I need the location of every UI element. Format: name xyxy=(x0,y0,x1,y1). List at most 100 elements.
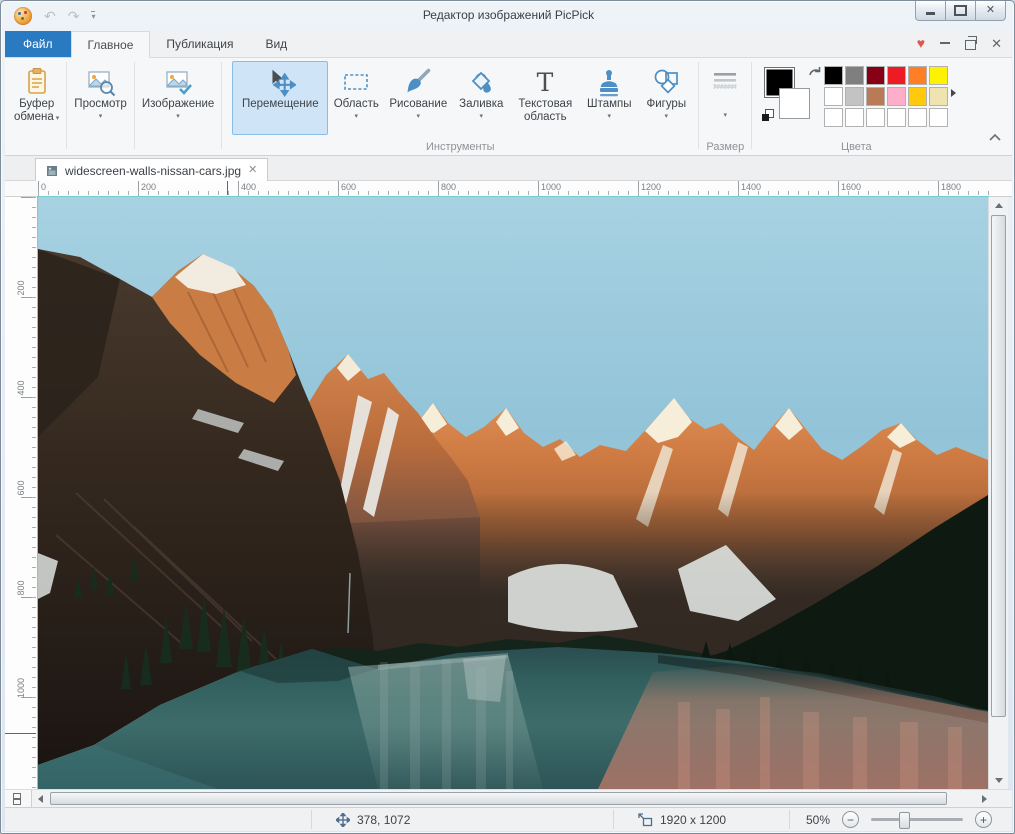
minimize-button[interactable] xyxy=(915,1,946,21)
dropdown-caret-icon: ▾ xyxy=(56,115,60,122)
close-icon: ✕ xyxy=(986,5,995,16)
image-button[interactable]: Изображение ▾ xyxy=(139,61,217,135)
draw-tool-button[interactable]: Рисование ▾ xyxy=(384,61,452,135)
app-minimize-icon[interactable] xyxy=(940,42,950,44)
horizontal-scrollbar[interactable] xyxy=(48,790,976,807)
palette-color[interactable] xyxy=(824,108,843,127)
scroll-left-arrow[interactable] xyxy=(32,790,48,807)
zoom-slider[interactable] xyxy=(871,818,963,821)
horizontal-scrollbar-row xyxy=(5,789,1012,807)
size-button[interactable]: ▾ xyxy=(703,61,747,135)
group-separator xyxy=(66,62,67,149)
shapes-tool-label: Фигуры xyxy=(646,98,686,111)
zoom-out-button[interactable]: − xyxy=(842,811,859,828)
group-clipboard: Буфер обмена▾ xyxy=(9,58,64,155)
palette-color[interactable] xyxy=(929,87,948,106)
tab-close-icon[interactable]: ✕ xyxy=(248,165,257,176)
app-window: ↶ ↷ ▾ Редактор изображений PicPick ✕ Фай… xyxy=(0,0,1015,834)
window-controls: ✕ xyxy=(916,1,1006,21)
image-icon xyxy=(162,66,194,98)
palette-color[interactable] xyxy=(866,66,885,85)
color-palette xyxy=(824,66,948,127)
h-ruler-label: 400 xyxy=(241,182,256,192)
palette-color[interactable] xyxy=(908,108,927,127)
close-button[interactable]: ✕ xyxy=(975,1,1006,21)
title-bar[interactable]: ↶ ↷ ▾ Редактор изображений PicPick ✕ xyxy=(2,2,1015,31)
move-tool-icon xyxy=(264,66,296,98)
group-separator xyxy=(134,62,135,149)
background-color-swatch[interactable] xyxy=(779,88,810,119)
h-ruler-label: 600 xyxy=(341,182,356,192)
palette-color[interactable] xyxy=(929,66,948,85)
shapes-icon xyxy=(650,66,682,98)
zoom-in-button[interactable]: + xyxy=(975,811,992,828)
text-tool-button[interactable]: T Текстовая область xyxy=(510,61,580,135)
group-image: Изображение ▾ xyxy=(137,58,219,155)
image-label: Изображение xyxy=(142,98,214,111)
horizontal-scroll-thumb[interactable] xyxy=(50,792,947,805)
scroll-down-arrow[interactable] xyxy=(989,772,1008,789)
palette-color[interactable] xyxy=(845,87,864,106)
scroll-up-arrow[interactable] xyxy=(989,197,1008,214)
brush-icon xyxy=(402,66,434,98)
horizontal-ruler: 020040060080010001200140016001800 xyxy=(5,181,1012,197)
app-restore-icon[interactable] xyxy=(965,40,976,50)
palette-color[interactable] xyxy=(908,66,927,85)
group-size: ▾ Размер xyxy=(701,58,749,155)
image-file-icon xyxy=(46,165,58,177)
view-label: Просмотр xyxy=(74,98,127,111)
scroll-right-arrow[interactable] xyxy=(976,790,992,807)
tab-file[interactable]: Файл xyxy=(5,31,71,57)
shapes-tool-button[interactable]: Фигуры ▾ xyxy=(638,61,694,135)
vertical-scrollbar[interactable] xyxy=(988,197,1008,789)
selection-tool-label: Область xyxy=(334,98,379,111)
v-ruler-label: 800 xyxy=(16,573,26,603)
canvas-corner-button[interactable] xyxy=(5,790,32,807)
palette-color[interactable] xyxy=(887,66,906,85)
v-ruler-label: 200 xyxy=(16,273,26,303)
collapse-ribbon-button[interactable] xyxy=(988,129,1002,147)
maximize-button[interactable] xyxy=(945,1,976,21)
ribbon-window-controls: ♥ ✕ xyxy=(917,36,1002,50)
selection-tool-button[interactable]: Область ▾ xyxy=(328,61,384,135)
selection-tool-icon xyxy=(340,66,372,98)
document-tab[interactable]: widescreen-walls-nissan-cars.jpg ✕ xyxy=(35,158,268,182)
clipboard-button[interactable]: Буфер обмена▾ xyxy=(11,61,62,135)
palette-color[interactable] xyxy=(908,87,927,106)
draw-tool-label: Рисование xyxy=(389,98,447,111)
default-colors-icon[interactable] xyxy=(762,109,774,121)
stamp-tool-button[interactable]: Штампы ▾ xyxy=(580,61,638,135)
swap-colors-icon[interactable] xyxy=(808,65,821,78)
palette-color[interactable] xyxy=(845,66,864,85)
h-ruler-label: 1800 xyxy=(941,182,961,192)
palette-color[interactable] xyxy=(929,108,948,127)
palette-color[interactable] xyxy=(887,87,906,106)
palette-color[interactable] xyxy=(887,108,906,127)
palette-color[interactable] xyxy=(824,87,843,106)
tab-home[interactable]: Главное xyxy=(71,31,151,58)
zoom-slider-thumb[interactable] xyxy=(899,812,910,829)
palette-color[interactable] xyxy=(824,66,843,85)
dropdown-caret-icon: ▾ xyxy=(608,113,612,120)
donate-heart-icon[interactable]: ♥ xyxy=(917,36,925,50)
vertical-scroll-thumb[interactable] xyxy=(991,215,1006,717)
dropdown-caret-icon: ▾ xyxy=(417,113,421,120)
fill-bucket-icon xyxy=(465,66,497,98)
app-close-icon[interactable]: ✕ xyxy=(991,37,1002,50)
view-button[interactable]: Просмотр ▾ xyxy=(71,61,130,135)
fill-tool-button[interactable]: Заливка ▾ xyxy=(452,61,510,135)
tab-publish[interactable]: Публикация xyxy=(150,31,249,57)
palette-color[interactable] xyxy=(866,87,885,106)
document-tab-bar: widescreen-walls-nissan-cars.jpg ✕ xyxy=(5,156,1012,181)
preview-icon xyxy=(85,66,117,98)
v-ruler-label: 1000 xyxy=(16,673,26,703)
clipboard-label-1: Буфер xyxy=(19,98,54,111)
line-size-icon xyxy=(709,66,741,98)
move-tool-button[interactable]: Перемещение xyxy=(232,61,328,135)
palette-more-arrow-icon[interactable] xyxy=(951,89,956,97)
tab-view[interactable]: Вид xyxy=(249,31,303,57)
palette-color[interactable] xyxy=(866,108,885,127)
color-swatches xyxy=(762,65,822,123)
palette-color[interactable] xyxy=(845,108,864,127)
photo-canvas[interactable] xyxy=(38,197,988,789)
